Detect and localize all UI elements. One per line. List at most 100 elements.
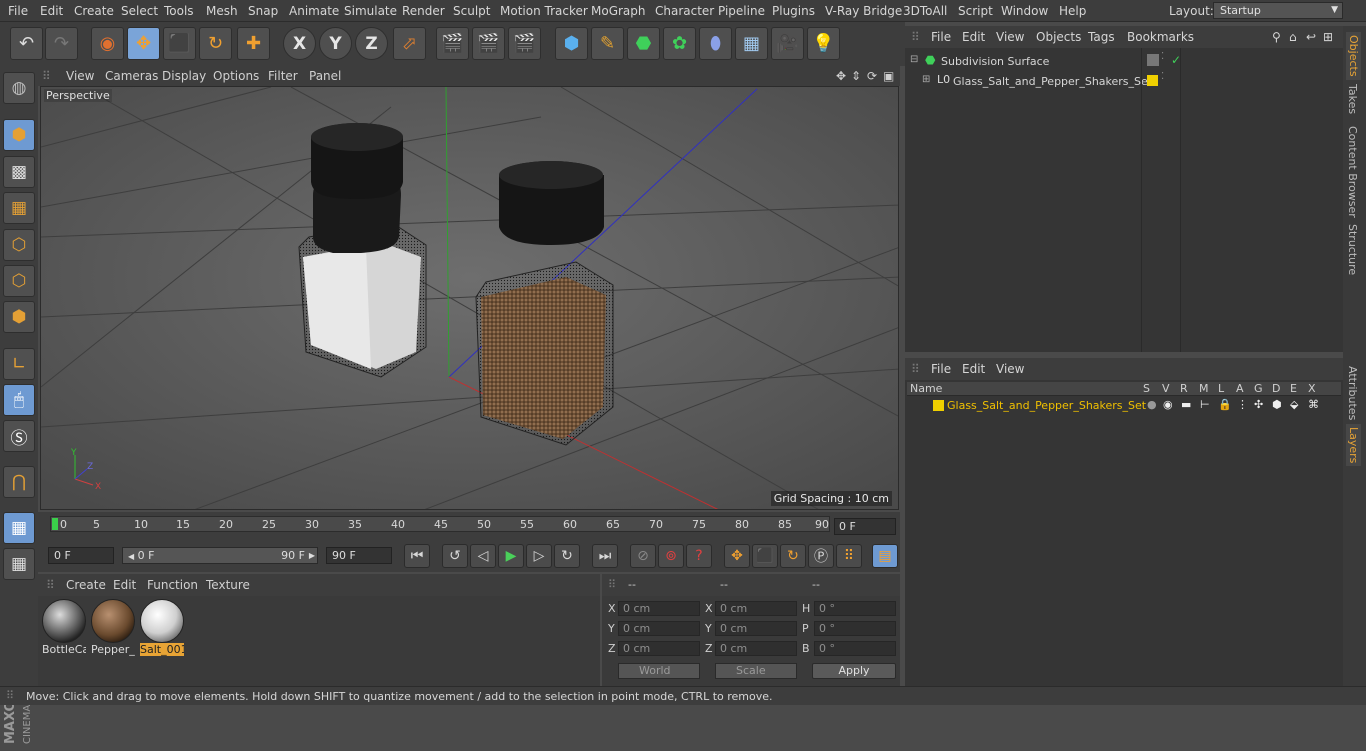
playhead[interactable] (52, 518, 58, 530)
go-to-start-button[interactable]: ⏮ (404, 544, 430, 568)
timeline-ruler[interactable]: 0 5 10 15 20 25 30 35 40 45 50 55 60 65 … (50, 516, 830, 532)
col-view[interactable]: V (1162, 382, 1170, 395)
obj-menu-objects[interactable]: Objects (1036, 30, 1081, 44)
layer-color-swatch[interactable] (933, 400, 944, 411)
eye-icon[interactable]: ◉ (1163, 398, 1173, 411)
vp-menu-panel[interactable]: Panel (309, 69, 341, 83)
workplane-grid-button[interactable]: ▦ (3, 512, 35, 544)
position-z-field[interactable]: 0 cm (618, 641, 700, 656)
menu-edit[interactable]: Edit (40, 4, 63, 18)
menu-mesh[interactable]: Mesh (206, 4, 238, 18)
expression-icon[interactable]: ⬙ (1290, 398, 1298, 411)
menu-sculpt[interactable]: Sculpt (453, 4, 490, 18)
obj-menu-bookmarks[interactable]: Bookmarks (1127, 30, 1194, 44)
key-rotation-button[interactable]: ↻ (780, 544, 806, 568)
obj-menu-file[interactable]: File (931, 30, 951, 44)
tab-objects[interactable]: Objects (1346, 32, 1361, 80)
material-swatch-salt[interactable] (140, 599, 184, 643)
menu-plugins[interactable]: Plugins (772, 4, 815, 18)
menu-character[interactable]: Character (655, 4, 714, 18)
orbit-icon[interactable]: ⟳ (867, 69, 877, 83)
move-tool-button[interactable]: ✥ (127, 27, 160, 60)
menu-vray-bridge[interactable]: V-Ray Bridge (825, 4, 902, 18)
recent-tool-button[interactable]: ✚ (237, 27, 270, 60)
layout-select[interactable]: Startup ▼ (1213, 2, 1343, 19)
keyframe-selection-button[interactable]: ? (686, 544, 712, 568)
scale-tool-button[interactable]: ⬛ (163, 27, 196, 60)
col-animation[interactable]: A (1236, 382, 1244, 395)
tab-layers[interactable]: Layers (1346, 424, 1361, 467)
previous-key-button[interactable]: ↺ (442, 544, 468, 568)
col-solo[interactable]: S (1143, 382, 1150, 395)
viewport-3d[interactable]: Y X Z Perspective Grid Spacing : 10 cm (40, 86, 899, 510)
coordinate-system-button[interactable]: ⬀ (393, 27, 426, 60)
record-keys-button[interactable]: ⊘ (630, 544, 656, 568)
key-point-button[interactable]: ⠿ (836, 544, 862, 568)
menu-render[interactable]: Render (402, 4, 445, 18)
start-frame-field[interactable]: 0 F (48, 547, 114, 564)
mat-menu-create[interactable]: Create (66, 578, 106, 592)
obj-menu-view[interactable]: View (996, 30, 1024, 44)
col-deformers[interactable]: D (1272, 382, 1280, 395)
camera-button[interactable]: 🎥 (771, 27, 804, 60)
x-axis-button[interactable]: X (283, 27, 316, 60)
live-selection-button[interactable]: ◉ (91, 27, 124, 60)
lock-icon[interactable]: 🔒 (1218, 398, 1232, 411)
edge-mode-button[interactable]: ⬡ (3, 265, 35, 297)
deformer-button[interactable]: ⬮ (699, 27, 732, 60)
mat-menu-texture[interactable]: Texture (206, 578, 250, 592)
material-swatch-bottlecap[interactable] (42, 599, 86, 643)
search-icon[interactable]: ⚲ (1272, 30, 1281, 44)
layer-menu-view[interactable]: View (996, 362, 1024, 376)
pan-icon[interactable]: ✥ (836, 69, 846, 83)
previous-frame-button[interactable]: ◁ (470, 544, 496, 568)
redo-button[interactable]: ↷ (45, 27, 78, 60)
frame-range-slider[interactable]: ◀ 0 F 90 F ▶ (122, 547, 318, 564)
locked-workplane-button[interactable]: ▦ (3, 548, 35, 580)
tweak-mode-button[interactable]: 🖱 (3, 384, 35, 416)
obj-menu-edit[interactable]: Edit (962, 30, 985, 44)
solo-dot-icon[interactable]: ● (1147, 398, 1157, 411)
vp-menu-view[interactable]: View (66, 69, 94, 83)
floor-button[interactable]: ▦ (735, 27, 768, 60)
size-z-field[interactable]: 0 cm (715, 641, 797, 656)
layer-menu-file[interactable]: File (931, 362, 951, 376)
menu-create[interactable]: Create (74, 4, 114, 18)
mat-menu-edit[interactable]: Edit (113, 578, 136, 592)
size-mode-select[interactable]: Scale (715, 663, 797, 679)
key-scale-button[interactable]: ⬛ (752, 544, 778, 568)
menu-mograph[interactable]: MoGraph (591, 4, 646, 18)
autokey-button[interactable]: ⊚ (658, 544, 684, 568)
col-xref[interactable]: X (1308, 382, 1316, 395)
rotation-p-field[interactable]: 0 ° (814, 621, 896, 636)
new-window-icon[interactable]: ⊞ (1323, 30, 1333, 44)
timeline-window-button[interactable]: ▤ (872, 544, 898, 568)
col-name[interactable]: Name (910, 382, 942, 395)
rotation-b-field[interactable]: 0 ° (814, 641, 896, 656)
go-to-end-button[interactable]: ⏭ (592, 544, 618, 568)
vp-menu-cameras[interactable]: Cameras (105, 69, 158, 83)
cube-button[interactable]: ⬢ (555, 27, 588, 60)
animation-icon[interactable]: ⋮ (1237, 398, 1248, 411)
rotation-h-field[interactable]: 0 ° (814, 601, 896, 616)
rotate-tool-button[interactable]: ↻ (199, 27, 232, 60)
pen-button[interactable]: ✎ (591, 27, 624, 60)
position-y-field[interactable]: 0 cm (618, 621, 700, 636)
undo-button[interactable]: ↶ (10, 27, 43, 60)
workplane-button[interactable]: ▦ (3, 192, 35, 224)
snap-button[interactable]: ⋂ (3, 466, 35, 498)
menu-tools[interactable]: Tools (164, 4, 194, 18)
menu-animate[interactable]: Animate (289, 4, 339, 18)
key-position-button[interactable]: ✥ (724, 544, 750, 568)
tab-takes[interactable]: Takes (1346, 84, 1359, 114)
menu-script[interactable]: Script (958, 4, 993, 18)
maximize-icon[interactable]: ▣ (883, 69, 894, 83)
col-manager[interactable]: M (1199, 382, 1209, 395)
position-x-field[interactable]: 0 cm (618, 601, 700, 616)
render-picture-viewer-button[interactable]: 🎬 (472, 27, 505, 60)
menu-motion-tracker[interactable]: Motion Tracker (500, 4, 588, 18)
play-button[interactable]: ▶ (498, 544, 524, 568)
material-swatch-pepper[interactable] (91, 599, 135, 643)
vp-menu-options[interactable]: Options (213, 69, 259, 83)
key-param-button[interactable]: Ⓟ (808, 544, 834, 568)
